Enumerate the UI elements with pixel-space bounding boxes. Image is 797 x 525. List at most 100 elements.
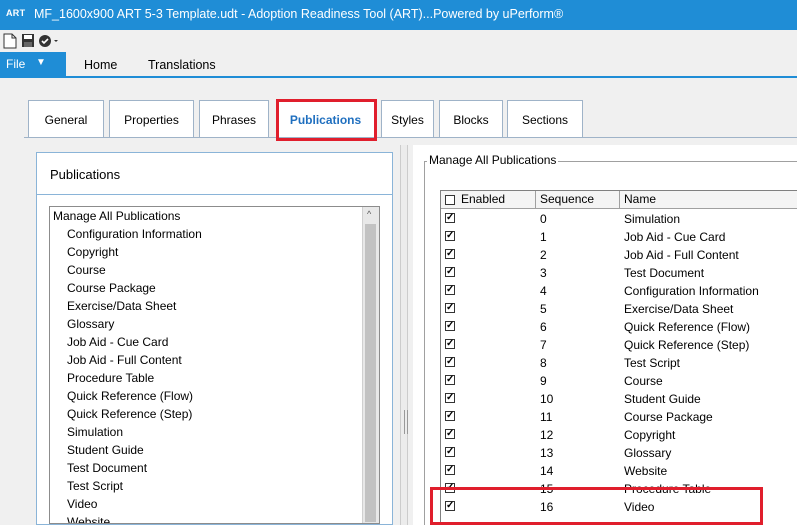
save-icon[interactable]	[21, 33, 35, 52]
tree-item[interactable]: Course	[67, 263, 106, 277]
tree-item[interactable]: Procedure Table	[67, 371, 154, 385]
sequence-cell: 3	[540, 266, 547, 280]
tree-item[interactable]: Website	[67, 515, 110, 523]
sequence-cell: 9	[540, 374, 547, 388]
publications-panel: Publications Manage All Publications Con…	[36, 152, 393, 525]
table-row[interactable]: ✓ 5 Exercise/Data Sheet	[441, 300, 797, 318]
tree-item[interactable]: Glossary	[67, 317, 114, 331]
tree-item[interactable]: Test Document	[67, 461, 147, 475]
tree-root[interactable]: Manage All Publications	[53, 209, 180, 223]
select-all-checkbox[interactable]	[445, 195, 455, 205]
table-row[interactable]: ✓ 13 Glossary	[441, 444, 797, 462]
tree-item[interactable]: Course Package	[67, 281, 156, 295]
name-cell: Exercise/Data Sheet	[624, 302, 734, 316]
table-row[interactable]: ✓ 0 Simulation	[441, 210, 797, 228]
enabled-checkbox[interactable]: ✓	[445, 393, 455, 403]
publications-grid[interactable]: Enabled Sequence Name ✓ 0 Simulation ✓ 1…	[440, 190, 797, 525]
title-bar: ART MF_1600x900 ART 5-3 Template.udt - A…	[0, 0, 797, 30]
tree-item[interactable]: Job Aid - Cue Card	[67, 335, 168, 349]
enabled-checkbox[interactable]: ✓	[445, 285, 455, 295]
enabled-checkbox[interactable]: ✓	[445, 321, 455, 331]
table-row[interactable]: ✓ 3 Test Document	[441, 264, 797, 282]
tab-strip-border	[24, 137, 797, 138]
enabled-checkbox[interactable]: ✓	[445, 249, 455, 259]
sequence-cell: 0	[540, 212, 547, 226]
file-menu-label: File	[6, 57, 26, 71]
enabled-checkbox[interactable]: ✓	[445, 447, 455, 457]
tab-general[interactable]: General	[28, 100, 104, 138]
table-row[interactable]: ✓ 10 Student Guide	[441, 390, 797, 408]
tab-properties[interactable]: Properties	[109, 100, 194, 138]
name-cell: Copyright	[624, 428, 676, 442]
table-row[interactable]: ✓ 4 Configuration Information	[441, 282, 797, 300]
name-cell: Quick Reference (Step)	[624, 338, 750, 352]
enabled-checkbox[interactable]: ✓	[445, 303, 455, 313]
column-header-name[interactable]: Name	[620, 191, 797, 209]
sequence-cell: 1	[540, 230, 547, 244]
sequence-cell: 10	[540, 392, 554, 406]
window-title: MF_1600x900 ART 5-3 Template.udt - Adopt…	[34, 7, 564, 21]
enabled-checkbox[interactable]: ✓	[445, 411, 455, 421]
file-menu-button[interactable]: File ▼	[0, 52, 66, 78]
app-logo: ART	[6, 8, 26, 18]
enabled-checkbox[interactable]: ✓	[445, 339, 455, 349]
table-row[interactable]: ✓ 7 Quick Reference (Step)	[441, 336, 797, 354]
quick-access-toolbar	[0, 30, 797, 52]
enabled-checkbox[interactable]: ✓	[445, 231, 455, 241]
ribbon-tab-translations[interactable]: Translations	[148, 58, 216, 72]
tree-item[interactable]: Video	[67, 497, 97, 511]
scrollbar-thumb[interactable]	[365, 224, 376, 522]
name-cell: Quick Reference (Flow)	[624, 320, 751, 334]
tab-sections[interactable]: Sections	[507, 100, 583, 138]
new-document-icon[interactable]	[3, 33, 17, 52]
panel-divider	[37, 194, 392, 195]
table-row[interactable]: ✓ 9 Course	[441, 372, 797, 390]
table-row[interactable]: ✓ 11 Course Package	[441, 408, 797, 426]
tab-phrases[interactable]: Phrases	[199, 100, 269, 138]
column-header-enabled[interactable]: Enabled	[441, 191, 536, 209]
enabled-checkbox[interactable]: ✓	[445, 429, 455, 439]
table-row[interactable]: ✓ 14 Website	[441, 462, 797, 480]
tree-item[interactable]: Job Aid - Full Content	[67, 353, 182, 367]
enabled-checkbox[interactable]: ✓	[445, 465, 455, 475]
sequence-cell: 14	[540, 464, 554, 478]
tree-item[interactable]: Test Script	[67, 479, 123, 493]
panel-header: Publications	[50, 167, 121, 182]
tree-scrollbar[interactable]: ^	[362, 207, 379, 523]
table-row[interactable]: ✓ 12 Copyright	[441, 426, 797, 444]
enabled-checkbox[interactable]: ✓	[445, 375, 455, 385]
name-cell: Configuration Information	[624, 284, 759, 298]
tab-blocks[interactable]: Blocks	[439, 100, 503, 138]
tree-item[interactable]: Quick Reference (Step)	[67, 407, 192, 421]
check-dropdown-icon[interactable]	[38, 33, 60, 52]
sequence-cell: 4	[540, 284, 547, 298]
sequence-cell: 7	[540, 338, 547, 352]
name-cell: Test Script	[624, 356, 681, 370]
ribbon-divider	[0, 76, 797, 78]
publications-tree[interactable]: Manage All Publications Configuration In…	[49, 206, 380, 524]
tree-item[interactable]: Configuration Information	[67, 227, 202, 241]
scroll-up-icon[interactable]: ^	[367, 209, 371, 219]
panel-splitter[interactable]	[400, 145, 408, 525]
name-cell: Job Aid - Cue Card	[624, 230, 726, 244]
sequence-cell: 11	[540, 410, 553, 424]
table-row[interactable]: ✓ 2 Job Aid - Full Content	[441, 246, 797, 264]
highlight-box-tab	[276, 99, 377, 141]
tree-item[interactable]: Quick Reference (Flow)	[67, 389, 193, 403]
table-row[interactable]: ✓ 6 Quick Reference (Flow)	[441, 318, 797, 336]
column-header-sequence[interactable]: Sequence	[536, 191, 620, 209]
ribbon-tab-home[interactable]: Home	[84, 58, 117, 72]
enabled-checkbox[interactable]: ✓	[445, 267, 455, 277]
enabled-checkbox[interactable]: ✓	[445, 213, 455, 223]
tree-item[interactable]: Student Guide	[67, 443, 144, 457]
chevron-down-icon: ▼	[36, 57, 46, 68]
tree-item[interactable]: Simulation	[67, 425, 123, 439]
tree-item[interactable]: Exercise/Data Sheet	[67, 299, 176, 313]
tree-item[interactable]: Copyright	[67, 245, 118, 259]
sequence-cell: 5	[540, 302, 547, 316]
tab-styles[interactable]: Styles	[381, 100, 434, 138]
enabled-checkbox[interactable]: ✓	[445, 357, 455, 367]
table-row[interactable]: ✓ 1 Job Aid - Cue Card	[441, 228, 797, 246]
table-row[interactable]: ✓ 8 Test Script	[441, 354, 797, 372]
splitter-grip-icon[interactable]	[404, 410, 408, 434]
